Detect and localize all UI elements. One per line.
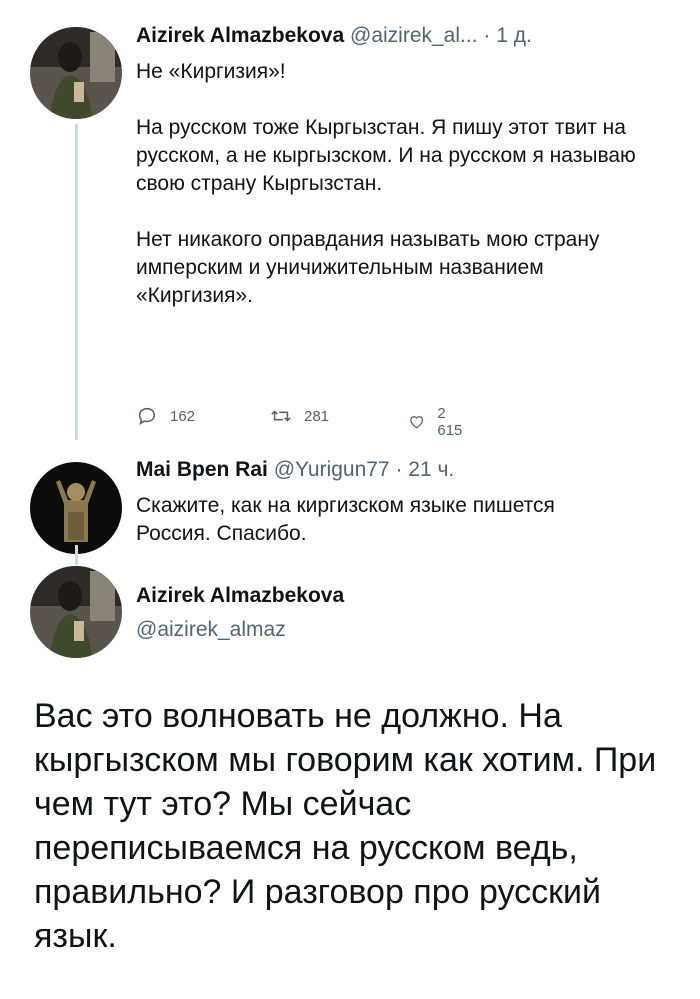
- author-name[interactable]: Mai Bpen Rai: [136, 458, 268, 481]
- author-meta[interactable]: @Yurigun77 · 21 ч.: [274, 458, 455, 481]
- author-name[interactable]: Aizirek Almazbekova: [136, 584, 344, 607]
- reply-icon: [138, 407, 156, 425]
- retweet-icon: [271, 410, 291, 422]
- tweet-text: Не «Киргизия»! На русском тоже Кыргызста…: [136, 58, 656, 338]
- avatar-aizirek[interactable]: [30, 27, 122, 119]
- thread-line: [75, 124, 78, 440]
- tweet-text: Скажите, как на киргизском языке пишется…: [136, 494, 555, 545]
- tweet-header: Mai Bpen Rai @Yurigun77 · 21 ч.: [136, 458, 454, 482]
- reply-button[interactable]: 162: [136, 405, 195, 427]
- tweet-line-3: Нет никакого оправдания называть мою стр…: [136, 228, 600, 307]
- author-meta[interactable]: @aizirek_al... · 1 д.: [350, 24, 532, 47]
- author-handle[interactable]: @aizirek_almaz: [136, 618, 286, 642]
- tweet-text: Вас это волновать не должно. На кыргызск…: [34, 697, 657, 955]
- tweet-line-1: Не «Киргизия»!: [136, 60, 286, 83]
- retweet-count: 281: [304, 407, 330, 425]
- thread-line: [75, 545, 78, 565]
- like-icon: [410, 416, 424, 429]
- avatar-photo: [30, 566, 122, 658]
- avatar-maibpenrai[interactable]: [30, 462, 122, 554]
- tweet-line-2: На русском тоже Кыргызстан. Я пишу этот …: [136, 116, 636, 195]
- tweet-header: Aizirek Almazbekova @aizirek_al... · 1 д…: [136, 24, 532, 48]
- avatar-aizirek[interactable]: [30, 566, 122, 658]
- like-button[interactable]: 2 615: [408, 405, 467, 439]
- like-count: 2 615: [437, 405, 463, 439]
- reply-count: 162: [170, 407, 196, 425]
- avatar-photo: [30, 462, 122, 554]
- tweet-header: Aizirek Almazbekova: [136, 584, 344, 608]
- retweet-button[interactable]: 281: [270, 405, 329, 427]
- author-name[interactable]: Aizirek Almazbekova: [136, 24, 344, 47]
- avatar-photo: [30, 27, 122, 119]
